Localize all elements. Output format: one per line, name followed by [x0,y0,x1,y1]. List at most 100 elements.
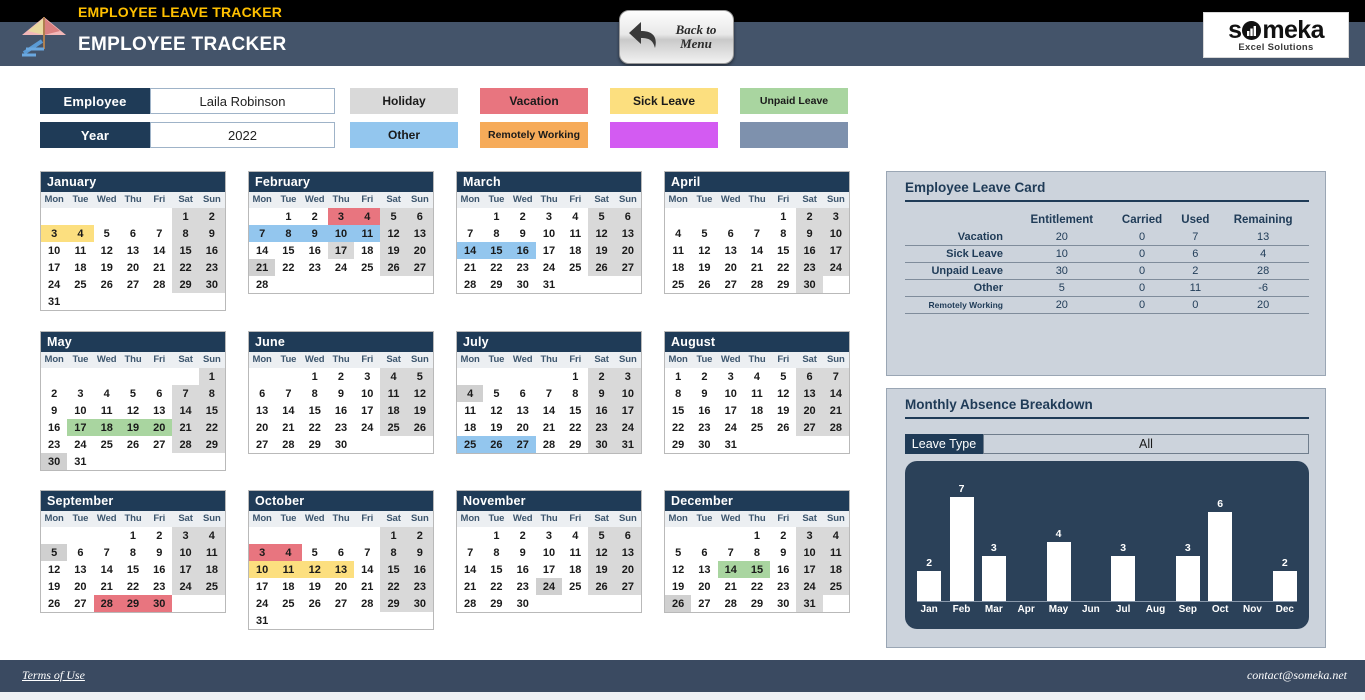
day-cell[interactable]: 27 [718,276,744,293]
day-cell[interactable]: 30 [328,436,354,453]
day-cell[interactable]: 29 [483,276,509,293]
day-cell[interactable]: 29 [172,276,199,293]
day-cell[interactable]: 2 [510,527,536,544]
employee-input[interactable]: Laila Robinson [150,88,335,114]
day-cell[interactable]: 3 [536,208,562,225]
day-cell[interactable]: 14 [744,242,770,259]
day-cell[interactable]: 31 [41,293,67,310]
day-cell[interactable]: 27 [67,595,93,612]
day-cell[interactable]: 14 [146,242,172,259]
day-cell[interactable]: 3 [822,208,849,225]
day-cell[interactable]: 8 [198,385,225,402]
day-cell[interactable]: 27 [328,595,354,612]
day-cell[interactable]: 16 [41,419,67,436]
day-cell[interactable]: 10 [718,385,744,402]
day-cell[interactable]: 11 [744,385,770,402]
day-cell[interactable]: 19 [588,561,615,578]
day-cell[interactable]: 14 [822,385,849,402]
day-cell[interactable]: 12 [665,561,691,578]
day-cell[interactable]: 4 [665,225,691,242]
day-cell[interactable]: 16 [510,561,536,578]
day-cell[interactable]: 12 [406,385,433,402]
day-cell[interactable]: 6 [614,527,641,544]
day-cell[interactable]: 4 [822,527,849,544]
day-cell[interactable]: 6 [328,544,354,561]
day-cell[interactable]: 25 [744,419,770,436]
day-cell[interactable]: 6 [614,208,641,225]
day-cell[interactable]: 29 [744,595,770,612]
day-cell[interactable]: 7 [457,544,483,561]
day-cell[interactable]: 12 [301,561,328,578]
day-cell[interactable]: 17 [536,561,562,578]
day-cell[interactable]: 25 [94,436,120,453]
day-cell[interactable]: 1 [172,208,199,225]
day-cell[interactable]: 25 [665,276,691,293]
day-cell[interactable]: 23 [588,419,615,436]
day-cell[interactable]: 14 [457,242,484,259]
day-cell[interactable]: 19 [406,402,433,419]
day-cell[interactable]: 15 [198,402,225,419]
day-cell[interactable]: 9 [796,225,823,242]
day-cell[interactable]: 1 [275,208,301,225]
day-cell[interactable]: 10 [796,544,823,561]
day-cell[interactable]: 5 [94,225,120,242]
day-cell[interactable]: 6 [718,225,744,242]
day-cell[interactable]: 26 [588,259,615,276]
day-cell[interactable]: 21 [536,419,562,436]
day-cell[interactable]: 28 [249,276,275,293]
day-cell[interactable]: 9 [41,402,67,419]
day-cell[interactable]: 15 [172,242,199,259]
day-cell[interactable]: 10 [41,242,67,259]
day-cell[interactable]: 4 [562,208,588,225]
day-cell[interactable]: 19 [665,578,691,595]
day-cell[interactable]: 30 [510,595,536,612]
day-cell[interactable]: 21 [457,259,483,276]
day-cell[interactable]: 13 [406,225,433,242]
day-cell[interactable]: 27 [614,578,641,595]
day-cell[interactable]: 24 [718,419,744,436]
day-cell[interactable]: 22 [562,419,588,436]
day-cell[interactable]: 23 [41,436,67,453]
day-cell[interactable]: 17 [327,242,355,259]
day-cell[interactable]: 15 [770,242,796,259]
day-cell[interactable]: 22 [172,259,199,276]
day-cell[interactable]: 22 [483,259,509,276]
day-cell[interactable]: 23 [328,419,354,436]
day-cell[interactable]: 28 [172,436,199,453]
day-cell[interactable]: 28 [536,436,562,453]
day-cell[interactable]: 9 [510,544,536,561]
day-cell[interactable]: 2 [770,527,796,544]
day-cell[interactable]: 19 [94,259,120,276]
day-cell[interactable]: 1 [198,368,225,385]
day-cell[interactable]: 19 [119,419,147,436]
day-cell[interactable]: 19 [302,578,328,595]
day-cell[interactable]: 16 [796,242,823,259]
day-cell[interactable]: 13 [614,544,641,561]
day-cell[interactable]: 8 [483,544,509,561]
day-cell[interactable]: 20 [718,259,744,276]
day-cell[interactable]: 24 [796,578,823,595]
day-cell[interactable]: 3 [41,225,68,242]
day-cell[interactable]: 5 [302,544,328,561]
day-cell[interactable]: 11 [380,385,407,402]
day-cell[interactable]: 30 [770,595,796,612]
day-cell[interactable]: 24 [614,419,641,436]
day-cell[interactable]: 13 [249,402,275,419]
day-cell[interactable]: 29 [770,276,796,293]
day-cell[interactable]: 6 [67,544,93,561]
day-cell[interactable]: 6 [691,544,717,561]
day-cell[interactable]: 8 [744,544,770,561]
day-cell[interactable]: 10 [354,385,380,402]
day-cell[interactable]: 25 [198,578,225,595]
day-cell[interactable]: 16 [328,402,354,419]
day-cell[interactable]: 20 [249,419,275,436]
day-cell[interactable]: 7 [146,225,172,242]
day-cell[interactable]: 18 [354,242,380,259]
day-cell[interactable]: 18 [665,259,691,276]
day-cell[interactable]: 18 [562,242,588,259]
day-cell[interactable]: 3 [536,527,562,544]
day-cell[interactable]: 7 [249,225,276,242]
day-cell[interactable]: 11 [457,402,483,419]
day-cell[interactable]: 24 [822,259,849,276]
day-cell[interactable]: 21 [275,419,301,436]
